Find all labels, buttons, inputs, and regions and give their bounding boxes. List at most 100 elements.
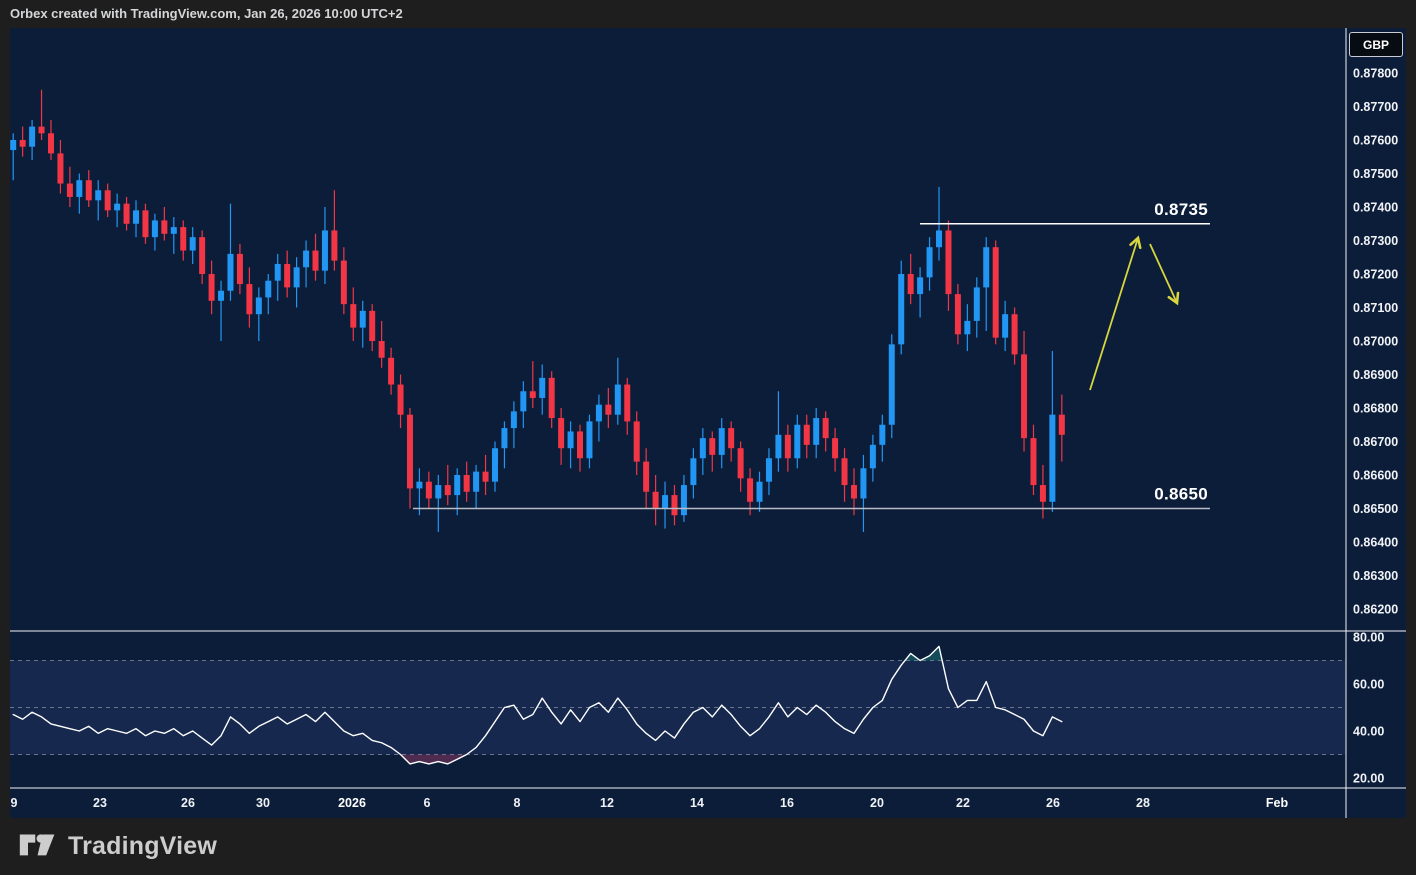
candle [473,465,479,509]
candle [539,364,545,414]
candle [568,421,574,468]
candle [1021,331,1027,452]
candle [842,448,848,502]
candle [719,418,725,468]
price-tick-label: 0.86400 [1353,536,1398,550]
projection-arrow-down[interactable] [1150,244,1177,303]
time-tick-label: 26 [181,796,195,810]
candle [350,287,356,341]
candle [341,247,347,314]
candle [832,428,838,472]
candle [671,485,677,525]
candle [161,207,167,241]
time-tick-label: 16 [780,796,794,810]
candle [945,220,951,310]
candle [294,257,300,307]
candle [917,267,923,317]
candle [10,133,16,180]
time-tick-label: 22 [956,796,970,810]
candle [407,408,413,509]
candle [653,475,659,525]
candle [1030,425,1036,495]
candle [624,378,630,435]
resistance-price-label[interactable]: 0.8735 [1154,200,1208,219]
tradingview-logo-icon[interactable] [18,829,58,865]
candle [596,395,602,442]
time-tick-label: 20 [870,796,884,810]
chart-canvas: 0.8735 0.8650 0.878000.877000.876000.87500… [10,28,1406,818]
candle [218,281,224,341]
candle [983,237,989,331]
rsi-tick-label: 20.00 [1353,772,1384,786]
time-tick-label: Feb [1266,796,1289,810]
candle [766,448,772,495]
price-tick-label: 0.86700 [1353,435,1398,449]
price-tick-label: 0.87600 [1353,134,1398,148]
candle [313,234,319,281]
time-tick-label: 28 [1136,796,1150,810]
candle [57,140,63,194]
watermark-text: Orbex created with TradingView.com, Jan … [10,6,403,21]
candle [908,254,914,304]
price-tick-label: 0.87300 [1353,234,1398,248]
watermark-bar: Orbex created with TradingView.com, Jan … [0,0,1416,28]
time-scale[interactable]: 923263020266812141620222628Feb [11,796,1289,810]
price-tick-label: 0.87800 [1353,67,1398,81]
candle [246,267,252,327]
candle [690,448,696,498]
candle [586,415,592,469]
candle [86,170,92,207]
price-tick-label: 0.86300 [1353,569,1398,583]
candle [105,184,111,218]
candle [993,241,999,345]
candle [1049,351,1055,512]
candle [823,411,829,451]
candle [860,455,866,532]
symbol-badge[interactable]: GBP [1349,32,1403,57]
candle [577,425,583,472]
candle [256,287,262,341]
candle [369,304,375,351]
candle [76,174,82,214]
projection-arrow-up[interactable] [1090,238,1138,390]
footer-bar: TradingView [0,818,1416,875]
candle [709,431,715,471]
candle [445,465,451,505]
candle [558,408,564,465]
candle [190,227,196,264]
candle [360,301,366,348]
candle [124,197,130,231]
candle [681,475,687,522]
candle [794,415,800,469]
candle [265,274,271,314]
tradingview-logo-text[interactable]: TradingView [68,832,217,861]
candle [322,207,328,284]
rsi-tick-label: 60.00 [1353,678,1384,692]
candle [388,348,394,395]
support-price-label[interactable]: 0.8650 [1154,485,1208,504]
candle [1012,308,1018,365]
candle [1002,301,1008,351]
price-scale[interactable]: 0.878000.877000.876000.875000.874000.873… [1353,67,1398,786]
candle [879,415,885,462]
price-tick-label: 0.87000 [1353,335,1398,349]
candle [1059,395,1065,462]
candle [511,401,517,448]
candle [379,321,385,368]
candle [48,120,54,160]
candle [757,472,763,512]
candle [464,462,470,502]
candle [634,411,640,475]
candle [643,448,649,508]
price-tick-label: 0.86500 [1353,502,1398,516]
candle [284,251,290,298]
candle [275,254,281,301]
candle [426,472,432,509]
candle [133,200,139,237]
price-tick-label: 0.86600 [1353,469,1398,483]
candle [549,371,555,428]
price-tick-label: 0.87400 [1353,201,1398,215]
price-tick-label: 0.86200 [1353,603,1398,617]
candle [227,204,233,301]
candle [303,241,309,288]
